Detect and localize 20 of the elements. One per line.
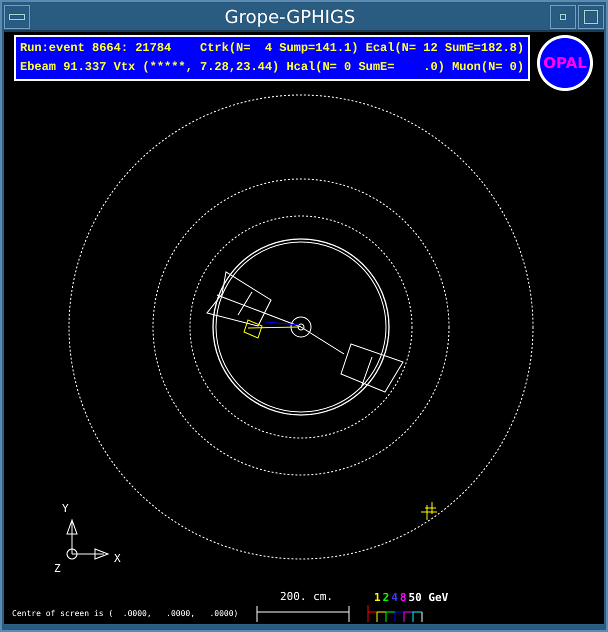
event-info-line: Ebeam 91.337 Vtx (*****, 7.28,23.44) Hcal(N= 0 SumE= .0) Muon(N= 0) xyxy=(20,59,524,76)
energy-label: 4 xyxy=(391,591,398,604)
axis-label: X xyxy=(114,552,121,565)
energy-label: 8 xyxy=(400,591,406,604)
centre-readout: Centre of screen is ( .0000, .0000, .0000) xyxy=(12,609,238,618)
window-title: Grope-GPHIGS xyxy=(224,6,356,28)
minimize-button[interactable] xyxy=(550,5,576,29)
event-info-line: Run:event 8664: 21784 Ctrk(N= 4 Sump=141.1) Ecal(N= 12 SumE=182.8) xyxy=(20,40,524,57)
energy-scale-drawing xyxy=(368,604,422,622)
energy-label: 1 xyxy=(374,591,381,604)
maximize-button[interactable] xyxy=(578,5,604,29)
hit-marker-drawing xyxy=(420,502,438,520)
energy-label: 50 GeV xyxy=(408,591,448,604)
axis-label: Y xyxy=(62,502,69,515)
logo: OPAL xyxy=(537,35,593,91)
axes-drawing xyxy=(66,518,110,560)
energy-label: 2 xyxy=(382,591,390,604)
window-menu-button[interactable] xyxy=(4,5,30,29)
scale-label: 200. cm. xyxy=(280,590,333,603)
axis-label: Z xyxy=(54,562,61,575)
